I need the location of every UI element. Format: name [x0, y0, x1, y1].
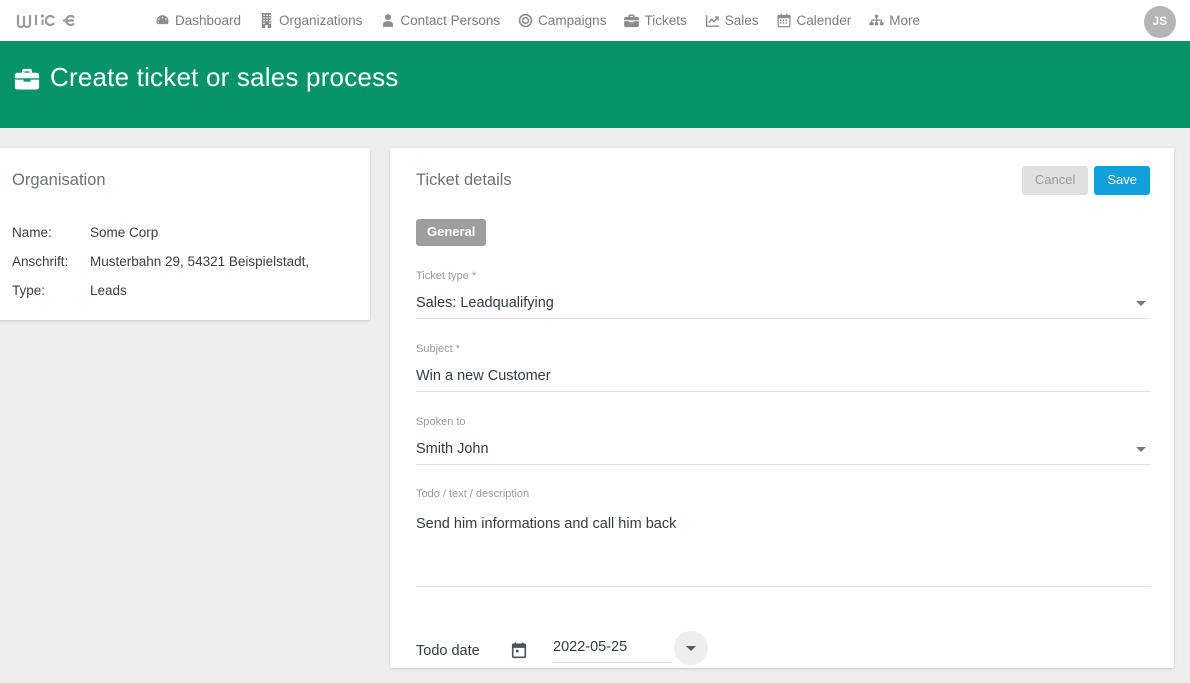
page-banner: Create ticket or sales process — [0, 43, 1190, 128]
field-label: Todo date — [416, 643, 480, 659]
field-value: Sales: Leadqualifying — [416, 295, 554, 311]
briefcase-icon — [624, 13, 640, 28]
chevron-down-icon[interactable] — [1136, 301, 1146, 306]
organisation-fields: Name: Some Corp Anschrift: Musterbahn 29… — [12, 218, 350, 305]
nav-item-campaigns[interactable]: Campaigns — [509, 0, 615, 41]
organisation-row-type: Type: Leads — [12, 276, 350, 305]
page-title: Create ticket or sales process — [50, 62, 399, 92]
field-value: Smith John — [416, 441, 489, 457]
page-content: Organisation Name: Some Corp Anschrift: … — [0, 128, 1190, 683]
action-buttons: Cancel Save — [1021, 166, 1150, 195]
nav-item-label: Campaigns — [538, 13, 607, 28]
top-navigation-bar: Dashboard Organizations Contact Persons … — [0, 0, 1190, 43]
nav-item-organizations[interactable]: Organizations — [250, 0, 371, 41]
nav-item-label: Contact Persons — [400, 13, 501, 28]
field-todo-description: Todo / text / description Send him infor… — [416, 487, 1150, 587]
organisation-card: Organisation Name: Some Corp Anschrift: … — [0, 148, 370, 320]
field-label: Name: — [12, 225, 52, 240]
avatar[interactable]: JS — [1144, 6, 1176, 38]
nav-item-label: Dashboard — [175, 13, 242, 28]
nav-item-calender[interactable]: Calender — [768, 0, 861, 41]
nav-item-label: Organizations — [279, 13, 363, 28]
field-label: Type: — [12, 283, 46, 298]
target-icon — [518, 13, 533, 28]
field-label: Ticket type * — [416, 270, 477, 282]
field-value: Some Corp — [90, 225, 159, 240]
building-icon — [259, 13, 274, 28]
nav-links: Dashboard Organizations Contact Persons … — [146, 0, 929, 41]
avatar-initials: JS — [1152, 16, 1168, 28]
nav-item-sales[interactable]: Sales — [696, 0, 768, 41]
field-label: Anschrift: — [12, 254, 69, 269]
field-value: Leads — [90, 283, 127, 298]
briefcase-icon — [14, 66, 40, 92]
person-icon — [380, 13, 395, 28]
ticket-details-header: Ticket details Cancel Save — [416, 166, 1150, 195]
todo-date-input[interactable]: 2022-05-25 — [553, 639, 671, 663]
date-picker-toggle-button[interactable] — [674, 631, 708, 665]
field-label: Spoken to — [416, 416, 466, 428]
sitemap-icon — [869, 13, 884, 28]
wice-logo[interactable] — [16, 11, 94, 31]
organisation-card-title: Organisation — [12, 171, 106, 189]
ticket-details-title: Ticket details — [416, 171, 512, 189]
save-button[interactable]: Save — [1094, 166, 1150, 195]
chevron-down-icon — [686, 645, 696, 651]
calendar-icon[interactable] — [508, 640, 530, 662]
todo-description-textarea[interactable]: Send him informations and call him back — [416, 505, 1150, 587]
subject-input[interactable]: Win a new Customer — [416, 361, 1150, 392]
nav-item-label: Tickets — [644, 13, 687, 28]
field-value: Musterbahn 29, 54321 Beispielstadt, — [90, 254, 310, 269]
spoken-to-select[interactable]: Smith John — [416, 434, 1150, 465]
nav-item-label: More — [889, 13, 921, 28]
field-todo-date: Todo date 2022-05-25 — [416, 631, 1150, 671]
calendar-icon — [777, 13, 792, 28]
ticket-details-card: Ticket details Cancel Save General Ticke… — [390, 148, 1174, 668]
field-label: Subject * — [416, 343, 461, 355]
dashboard-gauge-icon — [155, 13, 170, 28]
cancel-button[interactable]: Cancel — [1021, 166, 1089, 195]
chart-line-icon — [705, 13, 720, 28]
nav-item-label: Calender — [796, 13, 852, 28]
chevron-down-icon[interactable] — [1136, 447, 1146, 452]
field-label: Todo / text / description — [416, 488, 530, 500]
organisation-row-anschrift: Anschrift: Musterbahn 29, 54321 Beispiel… — [12, 247, 350, 276]
field-value: Send him informations and call him back — [416, 516, 677, 532]
field-ticket-type: Ticket type * Sales: Leadqualifying — [416, 269, 1150, 319]
nav-item-dashboard[interactable]: Dashboard — [146, 0, 250, 41]
nav-item-label: Sales — [724, 13, 759, 28]
nav-item-more[interactable]: More — [860, 0, 929, 41]
ticket-type-select[interactable]: Sales: Leadqualifying — [416, 288, 1150, 319]
field-spoken-to: Spoken to Smith John — [416, 415, 1150, 465]
tab-general[interactable]: General — [416, 219, 487, 246]
field-value: Win a new Customer — [416, 368, 551, 384]
field-subject: Subject * Win a new Customer — [416, 342, 1150, 392]
nav-item-contact-persons[interactable]: Contact Persons — [371, 0, 509, 41]
nav-item-tickets[interactable]: Tickets — [615, 0, 695, 41]
organisation-row-name: Name: Some Corp — [12, 218, 350, 247]
